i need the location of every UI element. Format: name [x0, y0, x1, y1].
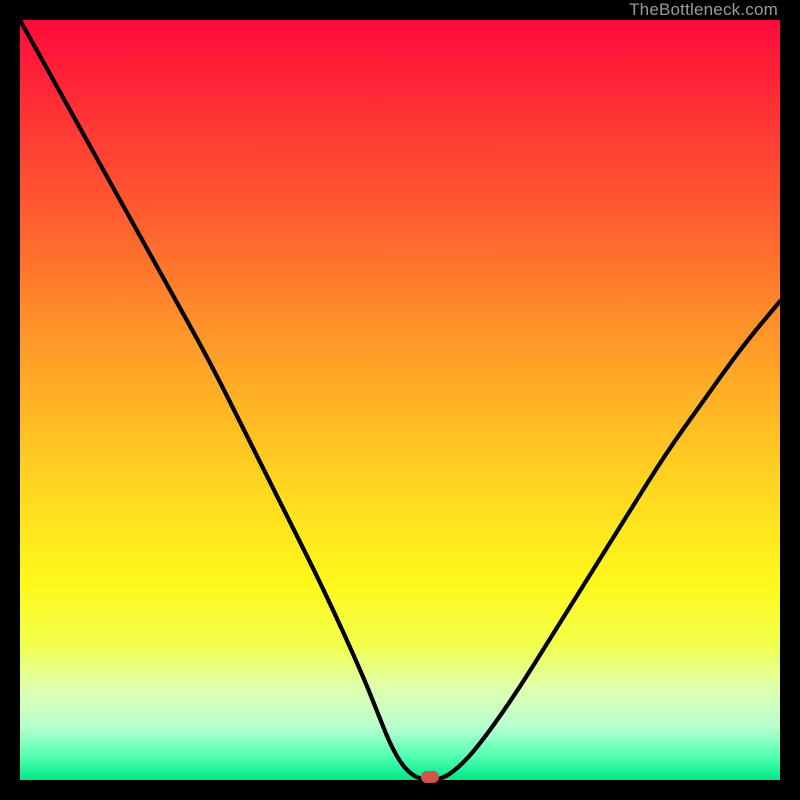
watermark-label: TheBottleneck.com: [629, 0, 778, 20]
bottleneck-curve: [20, 20, 780, 780]
plot-area: [20, 20, 780, 780]
minimum-marker: [421, 771, 439, 783]
curve-path: [20, 20, 780, 780]
chart-frame: TheBottleneck.com: [0, 0, 800, 800]
